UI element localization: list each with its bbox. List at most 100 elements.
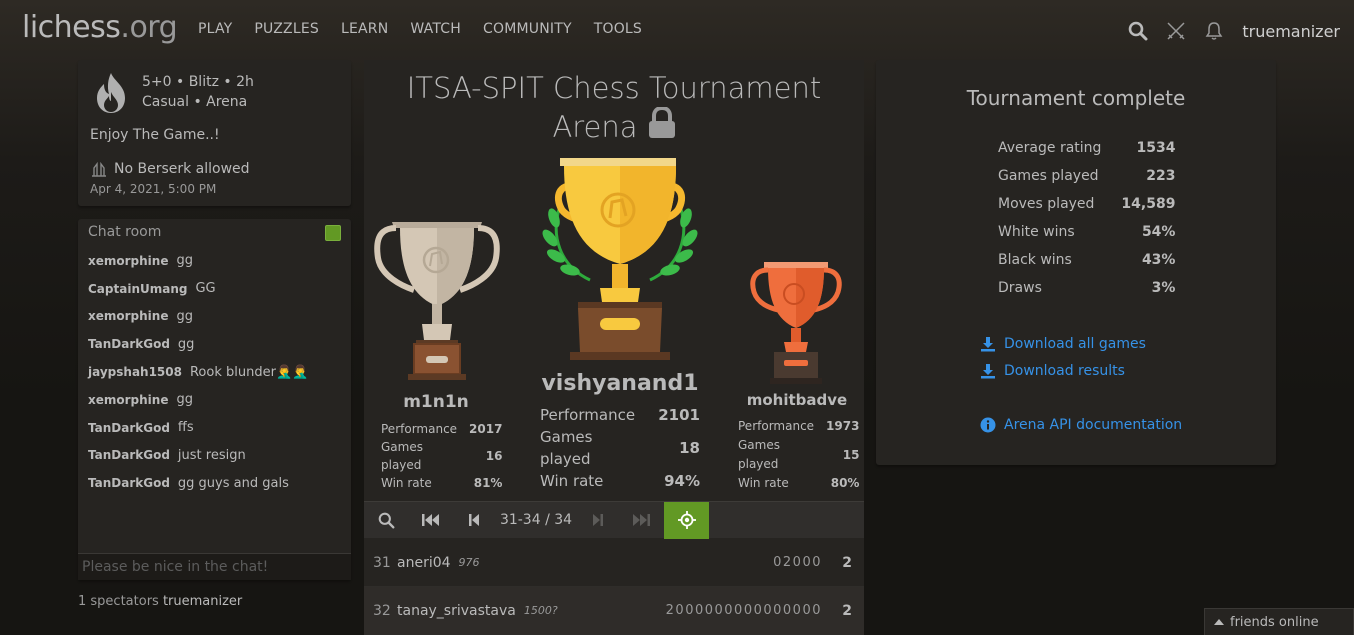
chat-user[interactable]: TanDarkGod [88, 476, 170, 490]
next-page-icon [593, 514, 603, 526]
berserk-icon [92, 161, 106, 177]
tournament-title: ITSA-SPIT Chess Tournament Arena [406, 71, 822, 144]
chat-line: jaypshah1508 Rook blunder🤦‍♂️🤦‍♂️ [88, 358, 341, 386]
nav-learn[interactable]: LEARN [341, 21, 388, 37]
chat-line: xemorphine gg [88, 303, 341, 331]
main-nav: PLAY PUZZLES LEARN WATCH COMMUNITY TOOLS [198, 21, 664, 37]
chat-user[interactable]: TanDarkGod [88, 421, 170, 435]
standings-pager: 31-34 / 34 [364, 501, 864, 539]
chat-line: TanDarkGod ffs [88, 414, 341, 442]
nav-puzzles[interactable]: PUZZLES [254, 21, 319, 37]
chat-line: TanDarkGod just resign [88, 442, 341, 470]
player-rating: 1500? [523, 604, 558, 617]
nav-tools[interactable]: TOOLS [594, 21, 642, 37]
tournament-complete-panel: Tournament complete Average rating 1534 G… [876, 60, 1276, 465]
chat-user[interactable]: xemorphine [88, 254, 168, 268]
total-score: 2 [842, 554, 852, 571]
score-sheet: 2000000000000000 [665, 603, 822, 618]
total-score: 2 [842, 602, 852, 619]
download-icon [981, 363, 995, 378]
site-header: lichess.org PLAY PUZZLES LEARN WATCH COM… [0, 0, 1354, 60]
nav-community[interactable]: COMMUNITY [483, 21, 572, 37]
player-name[interactable]: mohitbadve [738, 391, 856, 409]
table-row[interactable]: 31 aneri04 976 02000 2 [364, 539, 864, 587]
chat-text: GG [195, 281, 216, 297]
first-page-icon [422, 514, 439, 526]
tournament-info: 5+0 • Blitz • 2h Casual • Arena Enjoy Th… [78, 60, 351, 206]
download-games-link[interactable]: Download all games [980, 330, 1146, 357]
nav-play[interactable]: PLAY [198, 21, 232, 37]
chat-text: just resign [177, 447, 246, 463]
api-documentation-link[interactable]: Arena API documentation [980, 411, 1182, 438]
tournament-stats: Average rating 1534 Games played 223 Moves… [998, 140, 1176, 296]
chat-title: Chat room [88, 224, 162, 240]
chat-text: gg [176, 308, 193, 324]
podium-third: mohitbadve Performance 1973 Games played 1… [738, 391, 860, 490]
podium-second: m1n1n Performance 2017 Games played 16 Win… [381, 392, 503, 490]
chat-line: xemorphine gg [88, 247, 341, 275]
silver-trophy-icon [374, 222, 500, 380]
table-row[interactable]: 32 tanay_srivastava 1500? 20000000000000… [364, 587, 864, 635]
chat-text: gg [176, 392, 193, 408]
chat-line: CaptainUmang GG [88, 275, 341, 303]
spectator-name[interactable]: truemanizer [163, 594, 242, 609]
gold-trophy-icon [542, 158, 698, 360]
panel-title: Tournament complete [966, 86, 1186, 110]
score-sheet: 02000 [773, 555, 822, 570]
chat-toggle-checkbox[interactable] [325, 225, 341, 241]
page-position: 31-34 / 34 [499, 512, 573, 528]
player-name[interactable]: m1n1n [381, 392, 491, 412]
chat-user[interactable]: xemorphine [88, 309, 168, 323]
previous-page-button[interactable] [452, 502, 496, 539]
search-icon[interactable] [1126, 19, 1150, 43]
friends-online-toggle[interactable]: friends online [1204, 608, 1354, 635]
chat-text: Rook blunder🤦‍♂️🤦‍♂️ [189, 364, 309, 380]
chat-lines: xemorphine gg CaptainUmang GG xemorphine gg… [78, 247, 351, 497]
site-logo[interactable]: lichess.org [22, 10, 178, 45]
start-date: Apr 4, 2021, 5:00 PM [90, 182, 217, 196]
info-icon [980, 417, 996, 432]
chat-user[interactable]: CaptainUmang [88, 282, 187, 296]
chat-text: gg [177, 336, 195, 352]
bronze-trophy-icon [750, 262, 842, 384]
chat-text: gg guys and gals [177, 475, 289, 491]
last-page-icon [633, 514, 650, 526]
rank: 32 [373, 602, 391, 619]
flame-icon [97, 73, 125, 113]
download-results-link[interactable]: Download results [980, 357, 1146, 384]
chat-line: TanDarkGod gg [88, 330, 341, 358]
chat-user[interactable]: TanDarkGod [88, 448, 170, 462]
chat-text: ffs [177, 420, 194, 436]
player-name[interactable]: tanay_srivastava [397, 603, 516, 619]
search-player-button[interactable] [364, 502, 408, 539]
chat-user[interactable]: xemorphine [88, 393, 168, 407]
previous-page-icon [469, 514, 479, 526]
chat-header: Chat room [78, 219, 351, 247]
chat-input[interactable]: Please be nice in the chat! [78, 553, 351, 580]
search-icon [378, 512, 394, 528]
podium-first: vishyanand1 Performance 2101 Games played… [540, 371, 700, 490]
chat-user[interactable]: jaypshah1508 [88, 365, 182, 379]
first-page-button[interactable] [408, 502, 452, 539]
bell-icon[interactable] [1202, 19, 1226, 43]
last-page-button[interactable] [620, 502, 664, 539]
target-icon [677, 511, 696, 529]
tournament-main: ITSA-SPIT Chess Tournament Arena m1n1n P… [364, 60, 864, 635]
rank: 31 [373, 554, 391, 571]
chat-text: gg [176, 253, 193, 269]
challenge-swords-icon[interactable] [1164, 19, 1188, 43]
spectators: 1 spectators truemanizer [78, 594, 243, 609]
game-mode: Casual • Arena [142, 94, 248, 110]
chevron-up-icon [1214, 619, 1224, 625]
berserk-rule: No Berserk allowed [90, 160, 250, 178]
nav-watch[interactable]: WATCH [410, 21, 461, 37]
user-menu[interactable]: truemanizer [1242, 22, 1340, 41]
player-name[interactable]: vishyanand1 [540, 371, 700, 396]
time-control: 5+0 • Blitz • 2h [142, 74, 254, 90]
jump-to-me-button[interactable] [664, 501, 709, 539]
chat-room: Chat room xemorphine gg CaptainUmang GG xe… [78, 219, 351, 580]
standings-table: 31 aneri04 976 02000 2 32 tanay_srivasta… [364, 539, 864, 635]
chat-user[interactable]: TanDarkGod [88, 337, 170, 351]
player-name[interactable]: aneri04 [397, 555, 451, 571]
next-page-button[interactable] [576, 502, 620, 539]
